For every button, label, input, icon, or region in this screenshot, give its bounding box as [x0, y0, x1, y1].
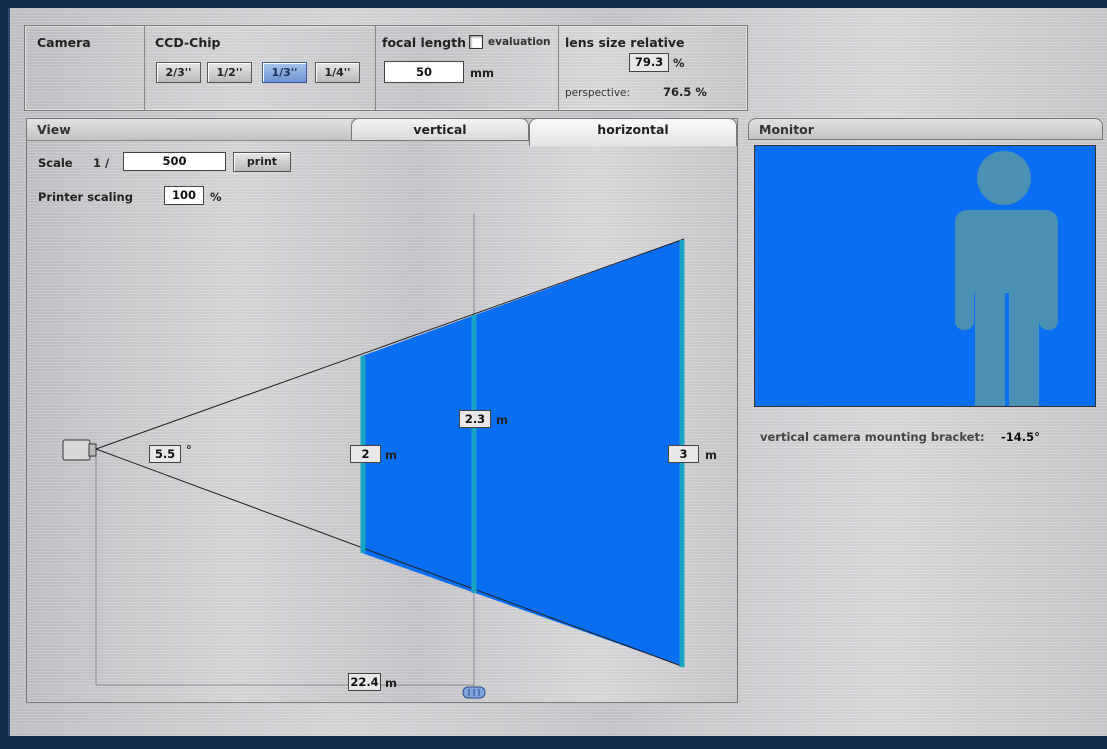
camera-toolbar: Camera CCD-Chip 2/3'' 1/2'' 1/3'' 1/4'' …: [24, 25, 748, 111]
lens-size-label: lens size relative: [565, 35, 685, 50]
bracket-label: vertical camera mounting bracket:: [760, 430, 985, 444]
perspective-value: 76.5 %: [663, 85, 707, 99]
chip-1-3-button[interactable]: 1/3'': [262, 62, 307, 83]
ccd-chip-label: CCD-Chip: [155, 35, 221, 50]
focal-length-unit: mm: [470, 66, 494, 80]
field-of-view-diagram: [62, 214, 685, 699]
lens-size-unit: %: [673, 56, 685, 70]
app-window: Camera CCD-Chip 2/3'' 1/2'' 1/3'' 1/4'' …: [8, 8, 1107, 736]
camera-label: Camera: [37, 35, 91, 50]
lens-size-value: 79.3: [629, 53, 669, 72]
far-width-unit: m: [705, 448, 717, 462]
camera-icon[interactable]: [62, 439, 97, 461]
perspective-label: perspective:: [565, 87, 631, 99]
distance-unit: m: [385, 676, 397, 690]
ccd-chip-section: CCD-Chip 2/3'' 1/2'' 1/3'' 1/4'': [145, 26, 376, 110]
checkbox-icon[interactable]: [469, 35, 483, 49]
person-silhouette-icon: [955, 151, 1058, 410]
angle-unit: °: [186, 443, 192, 457]
focal-length-section: focal length evaluation 50 mm: [376, 26, 559, 110]
mid-width-value: 2.3: [459, 410, 491, 428]
field-of-view-area: [362, 239, 684, 667]
focal-length-label: focal length: [382, 35, 466, 50]
monitor-screen: [754, 145, 1096, 410]
bracket-value: -14.5°: [1001, 430, 1040, 444]
chip-1-2-button[interactable]: 1/2'': [207, 62, 252, 83]
slider-handle-icon[interactable]: [462, 686, 486, 699]
focal-length-input[interactable]: 50: [384, 61, 464, 83]
mid-width-unit: m: [496, 413, 508, 427]
far-width-value: 3: [668, 445, 699, 463]
lens-size-section: lens size relative 79.3 % perspective: 7…: [559, 26, 747, 110]
chip-2-3-button[interactable]: 2/3'': [156, 62, 201, 83]
chip-1-4-button[interactable]: 1/4'': [315, 62, 360, 83]
camera-section: Camera: [25, 26, 145, 110]
distance-value: 22.4: [348, 673, 381, 691]
angle-value: 5.5: [149, 445, 181, 463]
monitor-title: Monitor: [748, 118, 1103, 140]
near-width-value: 2: [350, 445, 381, 463]
evaluation-label: evaluation: [488, 36, 551, 48]
view-panel: View vertical horizontal Scale 1 / 500 p…: [26, 118, 738, 703]
near-width-unit: m: [385, 448, 397, 462]
bottom-bar: [0, 736, 1107, 749]
monitor-panel: Monitor vertical camera mounting bracket…: [748, 118, 1103, 444]
